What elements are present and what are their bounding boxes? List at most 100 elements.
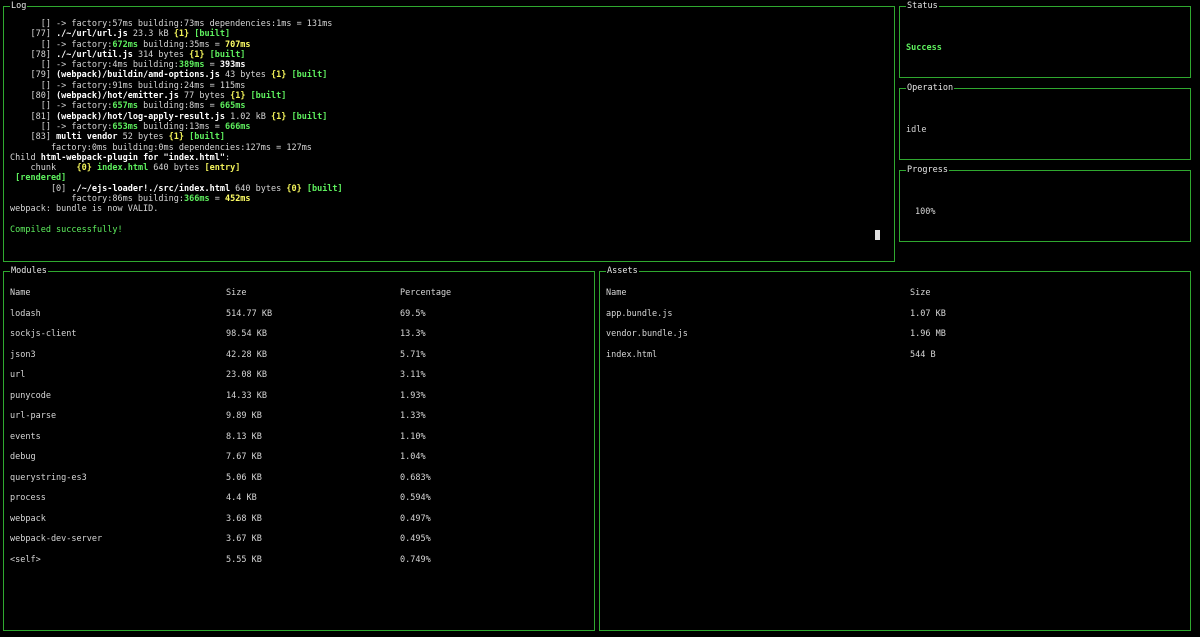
table-row[interactable]: url-parse 9.89 KB 1.33% xyxy=(10,411,588,432)
log-segment: 52 bytes xyxy=(117,132,169,143)
log-segment: {1} xyxy=(168,132,185,143)
log-segment: 665ms xyxy=(219,101,246,112)
log-segment: 1.02 kB xyxy=(224,111,272,122)
log-segment: [built] xyxy=(301,183,343,194)
module-size: 98.54 KB xyxy=(226,329,267,339)
status-value: Success xyxy=(906,43,942,53)
table-row[interactable]: punycode 14.33 KB 1.93% xyxy=(10,391,588,412)
log-segment: factory:86ms building: xyxy=(10,194,184,205)
table-row[interactable]: json3 42.28 KB 5.71% xyxy=(10,350,588,371)
log-segment: {0} xyxy=(76,163,92,174)
module-size: 4.4 KB xyxy=(226,493,257,503)
table-row[interactable]: vendor.bundle.js 1.96 MB xyxy=(606,329,1184,350)
progress-panel: Progress 100% xyxy=(899,165,1191,242)
module-name: sockjs-client xyxy=(10,329,77,339)
module-name: events xyxy=(10,431,41,442)
log-segment: chunk xyxy=(10,163,77,174)
assets-panel[interactable]: Assets Name Size app.bundle.js 1.07 KB ven… xyxy=(599,266,1191,631)
log-segment: (webpack)/hot/log-apply-result.js xyxy=(56,111,225,122)
module-percentage: 0.749% xyxy=(400,554,431,565)
log-segment: 653ms xyxy=(112,121,138,132)
module-name: <self> xyxy=(10,554,41,565)
table-row[interactable]: webpack 3.68 KB 0.497% xyxy=(10,514,588,535)
table-row[interactable]: sockjs-client 98.54 KB 13.3% xyxy=(10,329,588,350)
log-line: [0] ./~/ejs-loader!./src/index.html 640 … xyxy=(10,184,888,194)
module-percentage: 0.594% xyxy=(400,493,431,503)
log-segment: [77] xyxy=(10,29,57,40)
log-segment: {1} xyxy=(271,70,287,81)
log-line: [rendered] xyxy=(10,173,888,183)
modules-header-row: Name Size Percentage xyxy=(10,288,588,309)
module-size: 5.06 KB xyxy=(226,472,262,483)
module-name: lodash xyxy=(10,308,41,319)
assets-header-row: Name Size xyxy=(606,288,1184,309)
log-segment: [built] xyxy=(204,49,246,60)
log-segment: (webpack)/hot/emitter.js xyxy=(56,91,179,102)
log-segment: [built] xyxy=(189,29,231,40)
module-name: webpack xyxy=(10,513,46,524)
log-line: chunk {0} index.html 640 bytes [entry] xyxy=(10,163,888,173)
log-segment: 666ms xyxy=(224,121,251,132)
module-name: json3 xyxy=(10,349,36,360)
log-panel[interactable]: Log [] -> factory:57ms building:73ms dep… xyxy=(3,1,895,262)
log-line: webpack: bundle is now VALID. xyxy=(10,204,888,214)
module-size: 14.33 KB xyxy=(226,390,267,401)
log-segment: ./~/url/util.js xyxy=(56,49,133,60)
operation-panel-title: Operation xyxy=(906,83,955,94)
modules-panel[interactable]: Modules Name Size Percentage lodash 514.7… xyxy=(3,266,595,631)
log-segment: 23.3 kB xyxy=(127,29,174,40)
module-size: 3.67 KB xyxy=(226,534,262,544)
log-segment: building:35ms = xyxy=(137,39,225,50)
log-segment: [built] xyxy=(286,70,328,81)
log-line: [] -> factory:657ms building:8ms = 665ms xyxy=(10,101,888,111)
assets-table[interactable]: Name Size app.bundle.js 1.07 KB vendor.bun… xyxy=(606,288,1184,370)
asset-size: 1.07 KB xyxy=(910,308,946,319)
log-segment: 707ms xyxy=(224,39,251,50)
asset-size: 544 B xyxy=(910,349,936,360)
table-row[interactable]: debug 7.67 KB 1.04% xyxy=(10,452,588,473)
log-segment: Child xyxy=(10,152,41,163)
table-row[interactable]: url 23.08 KB 3.11% xyxy=(10,370,588,391)
table-row[interactable]: <self> 5.55 KB 0.749% xyxy=(10,555,588,576)
log-segment: [] -> factory: xyxy=(10,121,113,132)
assets-header-name: Name xyxy=(606,288,627,298)
log-segment: [] -> factory: xyxy=(10,101,113,112)
log-line: factory:0ms building:0ms dependencies:12… xyxy=(10,143,888,153)
log-line: [78] ./~/url/util.js 314 bytes {1} [buil… xyxy=(10,50,888,60)
log-segment: 640 bytes xyxy=(230,183,287,194)
log-segment: webpack: bundle is now VALID. xyxy=(10,204,159,215)
operation-value: idle xyxy=(906,125,927,135)
log-segment: [83] xyxy=(10,132,57,143)
log-segment: 389ms xyxy=(178,60,205,71)
log-output[interactable]: [] -> factory:57ms building:73ms depende… xyxy=(10,19,888,257)
log-segment: [built] xyxy=(184,132,225,143)
log-segment: Compiled successfully! xyxy=(10,224,123,235)
module-name: url xyxy=(10,370,26,380)
modules-table[interactable]: Name Size Percentage lodash 514.77 KB 69.5… xyxy=(10,288,588,575)
table-row[interactable]: querystring-es3 5.06 KB 0.683% xyxy=(10,473,588,494)
log-segment: (webpack)/buildin/amd-options.js xyxy=(56,70,220,81)
table-row[interactable]: events 8.13 KB 1.10% xyxy=(10,432,588,453)
status-panel-title: Status xyxy=(906,1,939,12)
log-segment: 77 bytes xyxy=(178,91,231,102)
log-segment: : xyxy=(224,152,231,163)
log-segment: [] -> factory: xyxy=(10,39,113,50)
log-segment: 366ms xyxy=(184,194,210,205)
log-segment: [] -> factory:4ms building: xyxy=(10,60,179,71)
module-percentage: 1.93% xyxy=(400,390,426,401)
modules-panel-title: Modules xyxy=(10,266,48,277)
log-segment: [] -> factory:57ms building:73ms depende… xyxy=(10,19,333,29)
operation-panel: Operation idle xyxy=(899,83,1191,160)
table-row[interactable]: webpack-dev-server 3.67 KB 0.495% xyxy=(10,534,588,555)
log-segment: 314 bytes xyxy=(132,49,190,60)
table-row[interactable]: process 4.4 KB 0.594% xyxy=(10,493,588,514)
log-segment: html-webpack-plugin for "index.html" xyxy=(40,152,225,163)
log-segment: [80] xyxy=(10,91,57,102)
table-row[interactable]: index.html 544 B xyxy=(606,350,1184,371)
module-name: url-parse xyxy=(10,411,57,421)
table-row[interactable]: app.bundle.js 1.07 KB xyxy=(606,309,1184,330)
module-size: 3.68 KB xyxy=(226,513,262,524)
asset-size: 1.96 MB xyxy=(910,329,946,339)
table-row[interactable]: lodash 514.77 KB 69.5% xyxy=(10,309,588,330)
